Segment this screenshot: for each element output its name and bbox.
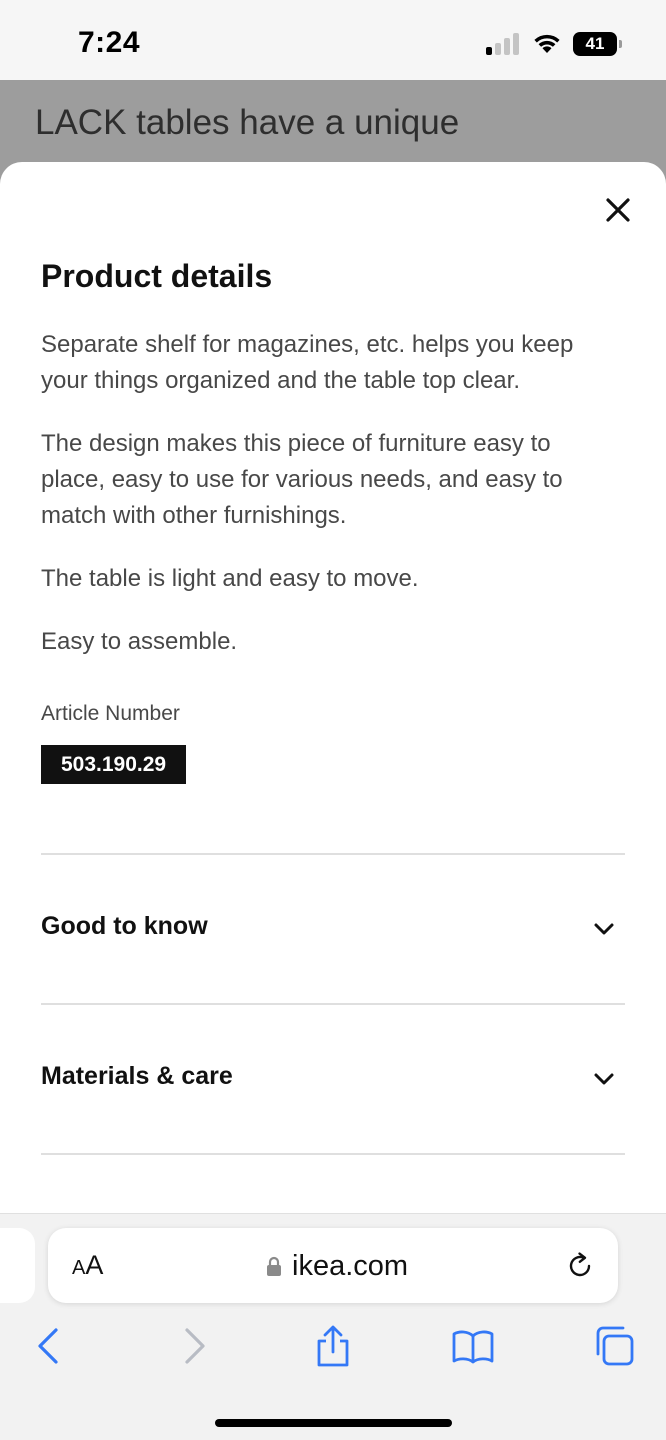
previous-tab-preview[interactable] [0, 1228, 35, 1303]
tabs-icon[interactable] [592, 1324, 636, 1368]
url-text: ikea.com [292, 1249, 409, 1282]
status-bar: 7:24 41 [0, 0, 666, 80]
divider [41, 1003, 625, 1005]
accordion-label: Good to know [41, 912, 208, 940]
url-display[interactable]: ikea.com [266, 1249, 408, 1283]
bookmarks-icon[interactable] [451, 1324, 495, 1368]
battery-level: 41 [573, 32, 617, 56]
share-icon[interactable] [311, 1324, 355, 1368]
chevron-down-icon [594, 923, 614, 935]
signal-icon [486, 33, 522, 55]
status-time: 7:24 [78, 26, 141, 59]
lock-icon [267, 1256, 281, 1276]
description-paragraph: Easy to assemble. [41, 628, 238, 655]
description-paragraph: The design makes this piece of furniture… [41, 430, 563, 529]
divider [41, 1153, 625, 1155]
home-indicator [215, 1419, 452, 1427]
address-bar[interactable]: AA ikea.com [48, 1228, 618, 1303]
description-paragraph: Separate shelf for magazines, etc. helps… [41, 331, 574, 394]
forward-icon[interactable] [172, 1324, 216, 1368]
chevron-down-icon [594, 1073, 614, 1085]
article-number-badge: 503.190.29 [41, 745, 187, 784]
battery-icon: 41 [573, 32, 623, 56]
background-heading: LACK tables have a unique [35, 103, 460, 142]
close-button[interactable] [594, 186, 642, 234]
article-number-label: Article Number [41, 702, 180, 725]
reload-icon[interactable] [564, 1250, 596, 1282]
close-icon [606, 198, 630, 222]
text-size-button[interactable]: AA [72, 1250, 103, 1281]
accordion-label: Materials & care [41, 1062, 233, 1090]
browser-toolbar: AA ikea.com [0, 1213, 666, 1440]
wifi-icon [534, 34, 560, 53]
accordion-materials-care[interactable]: Materials & care [41, 1048, 625, 1108]
sheet-title: Product details [41, 258, 273, 294]
product-details-sheet: Product details Separate shelf for magaz… [0, 162, 666, 1213]
description-paragraph: The table is light and easy to move. [41, 565, 419, 592]
back-icon[interactable] [27, 1324, 71, 1368]
divider [41, 853, 625, 855]
accordion-good-to-know[interactable]: Good to know [41, 898, 625, 958]
